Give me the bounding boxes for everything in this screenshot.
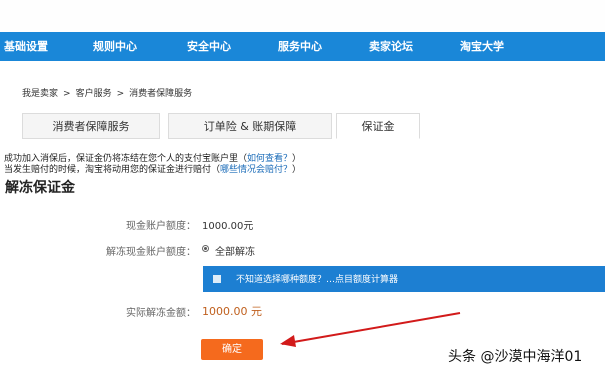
watermark: 头条 @沙漠中海洋01	[448, 349, 583, 365]
arrow-shaft	[281, 312, 461, 345]
arrow-head	[280, 335, 296, 347]
red-arrow-annotation	[280, 312, 461, 347]
